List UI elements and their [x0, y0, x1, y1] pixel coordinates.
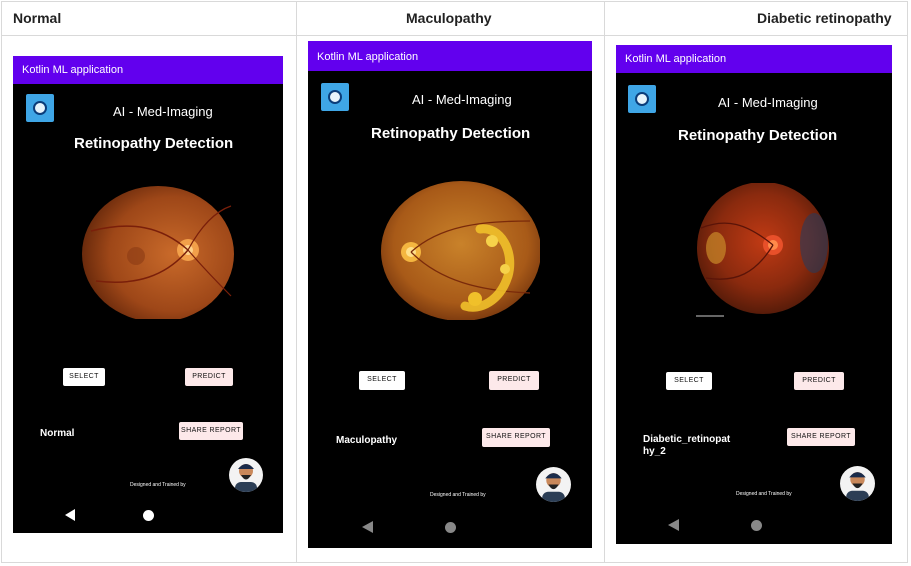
back-icon[interactable]	[668, 519, 679, 531]
prediction-result: Maculopathy	[336, 435, 398, 446]
prediction-result: Normal	[40, 428, 75, 439]
predict-button[interactable]: PREDICT	[185, 368, 233, 386]
fundus-image-maculopathy[interactable]	[380, 181, 540, 321]
credit-text: Designed and Trained by	[130, 482, 186, 488]
phone-screen-maculopathy: Kotlin ML application AI - Med-Imaging R…	[308, 41, 592, 548]
back-icon[interactable]	[65, 509, 75, 521]
back-icon[interactable]	[362, 521, 373, 533]
share-report-button[interactable]: SHARE REPORT	[482, 428, 550, 447]
header-diabetic-retinopathy: Diabetic retinopathy	[757, 10, 892, 26]
select-button[interactable]: SELECT	[359, 371, 405, 390]
column-divider	[604, 2, 605, 562]
predict-button[interactable]: PREDICT	[489, 371, 539, 390]
predict-button[interactable]: PREDICT	[794, 372, 844, 390]
app-heading: AI - Med-Imaging	[412, 92, 512, 107]
home-icon[interactable]	[751, 520, 762, 531]
fundus-image-diabetic-retinopathy[interactable]	[696, 183, 830, 323]
share-report-button[interactable]: SHARE REPORT	[179, 422, 243, 440]
page-title: Retinopathy Detection	[678, 127, 838, 144]
header-maculopathy: Maculopathy	[406, 10, 492, 26]
prediction-result: Diabetic_retinopat hy_2	[643, 434, 731, 457]
home-icon[interactable]	[143, 510, 154, 521]
phone-screen-diabetic-retinopathy: Kotlin ML application AI - Med-Imaging R…	[616, 45, 892, 544]
avatar	[840, 466, 875, 501]
avatar	[229, 458, 263, 492]
app-heading: AI - Med-Imaging	[113, 104, 213, 119]
page-title: Retinopathy Detection	[371, 125, 531, 142]
app-bar: Kotlin ML application	[13, 56, 283, 84]
credit-text: Designed and Trained by	[736, 491, 792, 497]
app-bar: Kotlin ML application	[616, 45, 892, 73]
logo-icon	[628, 85, 656, 113]
share-report-button[interactable]: SHARE REPORT	[787, 428, 855, 446]
header-divider	[2, 35, 907, 36]
credit-text: Designed and Trained by	[430, 492, 486, 498]
page-title: Retinopathy Detection	[74, 135, 234, 152]
logo-icon	[26, 94, 54, 122]
column-divider	[296, 2, 297, 562]
app-heading: AI - Med-Imaging	[718, 95, 818, 110]
fundus-image-normal[interactable]	[81, 186, 237, 322]
select-button[interactable]: SELECT	[63, 368, 105, 386]
app-bar: Kotlin ML application	[308, 41, 592, 71]
avatar	[536, 467, 571, 502]
home-icon[interactable]	[445, 522, 456, 533]
select-button[interactable]: SELECT	[666, 372, 712, 390]
header-normal: Normal	[13, 10, 62, 26]
logo-icon	[321, 83, 349, 111]
phone-screen-normal: Kotlin ML application AI - Med-Imaging R…	[13, 56, 283, 533]
